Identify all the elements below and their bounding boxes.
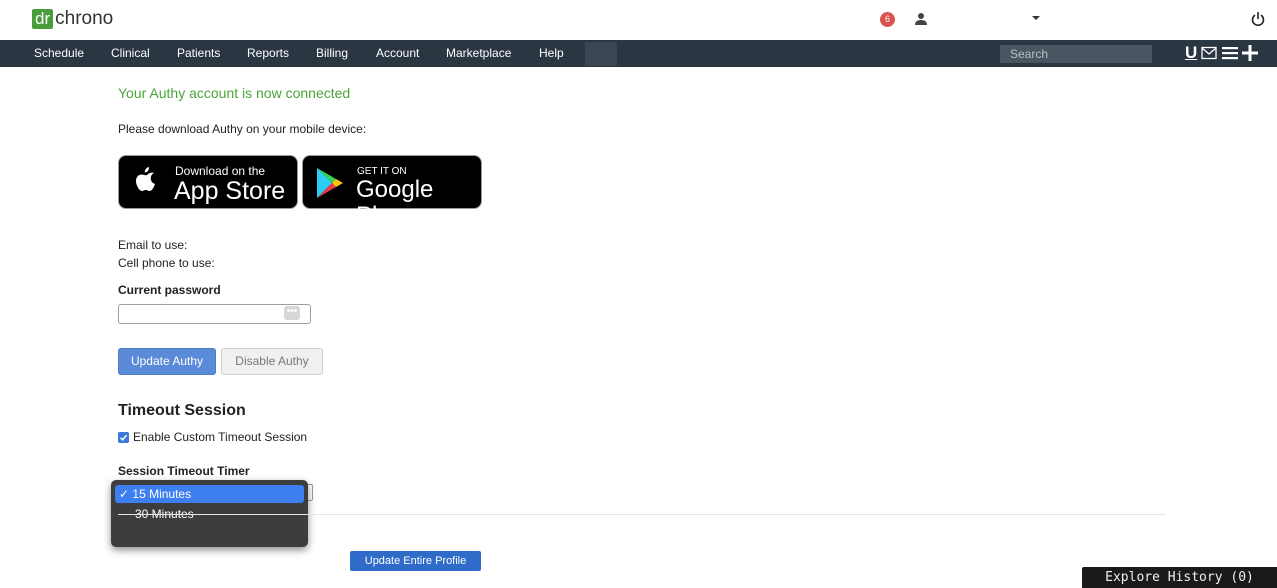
email-label: Email to use: [118, 238, 188, 252]
timeout-session-heading: Timeout Session [118, 402, 246, 419]
google-play-badge[interactable]: GET IT ON Google Play [302, 155, 482, 229]
timeout-checkbox-label[interactable]: Enable Custom Timeout Session [133, 430, 307, 444]
password-label: Current password [118, 283, 221, 297]
update-authy-button[interactable]: Update Authy [118, 348, 216, 375]
nav-item-schedule[interactable]: Schedule [34, 40, 84, 67]
mail-icon[interactable] [1201, 46, 1217, 60]
main-nav: Schedule Clinical Patients Reports Billi… [0, 40, 1277, 67]
app-store-big-text: App Store [174, 177, 286, 205]
apple-icon [136, 167, 155, 191]
nav-item-reports[interactable]: Reports [247, 40, 289, 67]
notification-badge[interactable]: 6 [880, 12, 895, 27]
disable-authy-button[interactable]: Disable Authy [221, 348, 323, 375]
google-play-icon [317, 168, 343, 198]
authy-connected-message: Your Authy account is now connected [118, 85, 351, 101]
session-timer-label: Session Timeout Timer [118, 464, 250, 478]
nav-item-patients[interactable]: Patients [177, 40, 220, 67]
divider [118, 514, 1166, 515]
update-entire-profile-button[interactable]: Update Entire Profile [350, 551, 481, 571]
top-bar: dr chrono 6 [0, 0, 1277, 40]
menu-icon[interactable] [1222, 46, 1238, 60]
power-icon[interactable] [1250, 11, 1266, 27]
nav-item-billing[interactable]: Billing [316, 40, 348, 67]
u-icon[interactable]: U [1185, 44, 1197, 62]
nav-item-clinical[interactable]: Clinical [111, 40, 150, 67]
chevron-down-icon[interactable] [1032, 16, 1040, 20]
timeout-checkbox[interactable] [118, 432, 129, 443]
explore-history-button[interactable]: Explore History (0) [1082, 567, 1277, 588]
search-input[interactable]: Search [1000, 45, 1152, 63]
nav-item-help[interactable]: Help [539, 40, 564, 67]
logo-dr: dr [32, 9, 54, 29]
phone-label: Cell phone to use: [118, 256, 215, 270]
download-prompt: Please download Authy on your mobile dev… [118, 122, 367, 136]
option-15-minutes[interactable]: ✓ 15 Minutes [115, 485, 304, 503]
app-store-badge[interactable]: Download on the App Store [118, 155, 298, 209]
nav-item-account[interactable]: Account [376, 40, 419, 67]
user-icon[interactable] [914, 12, 928, 26]
google-play-big-text: Google Play [356, 176, 434, 229]
plus-icon[interactable] [1242, 45, 1258, 61]
password-manager-icon[interactable]: ••• [284, 306, 300, 320]
drchrono-logo[interactable]: dr chrono [32, 9, 113, 29]
nav-item-marketplace[interactable]: Marketplace [446, 40, 511, 67]
nav-blank-item[interactable] [585, 42, 617, 66]
logo-chrono: chrono [55, 8, 114, 29]
current-password-input[interactable] [118, 304, 311, 324]
